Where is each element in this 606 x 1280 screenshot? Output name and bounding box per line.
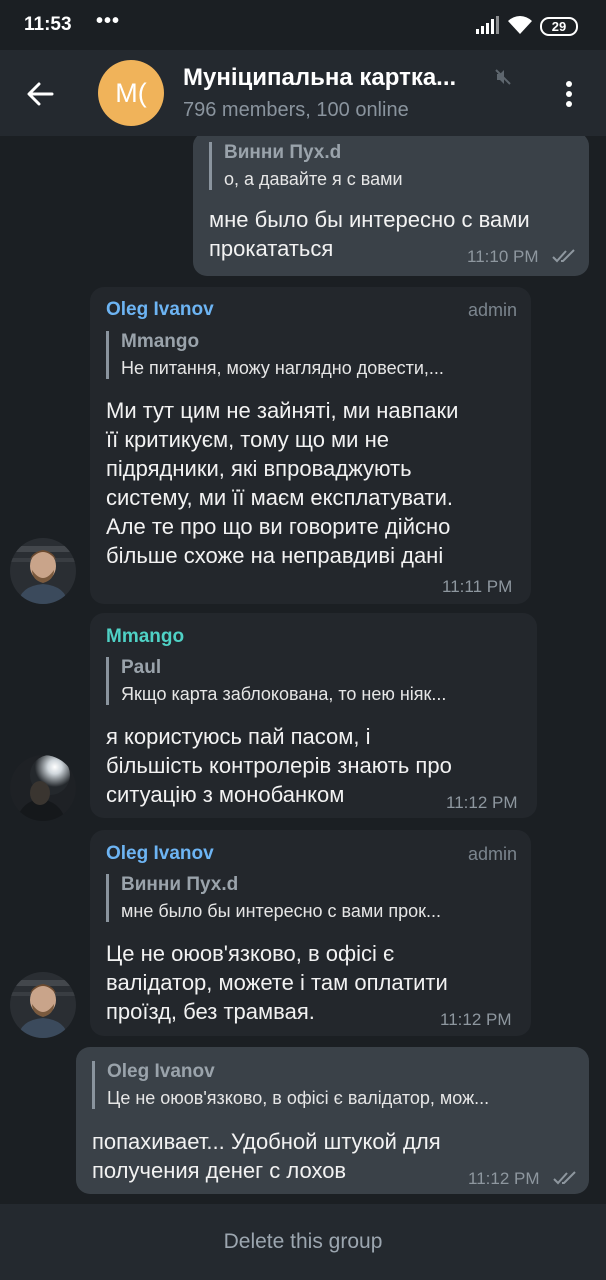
more-options-button[interactable] [552, 72, 586, 116]
signal-icon [476, 16, 499, 34]
message-line: мне было бы интересно с вами [209, 207, 530, 232]
avatar-oleg-ivanov[interactable] [10, 538, 76, 604]
read-checks-icon [552, 249, 575, 263]
arrow-left-icon [27, 82, 54, 106]
delete-group-button[interactable]: Delete this group [224, 1230, 383, 1254]
message-time: 11:10 PM [467, 247, 539, 266]
dots-vertical-icon [566, 81, 572, 107]
message-bubble-outgoing[interactable]: Oleg Ivanov Це не оюов'язково, в офісі є… [76, 1047, 589, 1194]
admin-badge: admin [467, 300, 517, 320]
reply-preview[interactable]: Винни Пух.d о, а давайте я с вами [209, 142, 569, 190]
message-text: я користуюсь пай пасом, і більшість конт… [106, 722, 452, 809]
chat-subtitle: 796 members, 100 online [183, 99, 409, 121]
message-list[interactable]: Винни Пух.d о, а давайте я с вами мне бы… [0, 136, 606, 1204]
message-time: 11:12 PM [468, 1169, 540, 1188]
sender-name[interactable]: Mmango [106, 626, 184, 648]
muted-icon [495, 69, 511, 85]
message-bubble-incoming[interactable]: Mmango Paul Якщо карта заблокована, то н… [90, 613, 537, 818]
message-line: Це не оюов'язково, в офісі є [106, 941, 395, 966]
avatar-oleg-ivanov[interactable] [10, 972, 76, 1038]
message-line: я користуюсь пай пасом, і [106, 724, 371, 749]
avatar-mmango[interactable] [10, 755, 76, 821]
reply-text: о, а давайте я с вами [224, 169, 403, 189]
read-checks-icon [553, 1171, 576, 1185]
message-text: попахивает... Удобной штукой для получен… [92, 1127, 441, 1185]
group-avatar[interactable]: M( [98, 60, 164, 126]
status-time: 11:53 [24, 14, 72, 35]
message-line: більше схоже на неправдиві дані [106, 543, 444, 568]
user-photo-icon [10, 972, 76, 1038]
message-line: Але те про що ви говорите дійсно [106, 514, 451, 539]
wifi-icon [508, 16, 532, 34]
sender-name[interactable]: Oleg Ivanov [106, 299, 214, 321]
message-line: Ми тут цим не зайняті, ми навпаки [106, 398, 459, 423]
reply-sender: Oleg Ivanov [107, 1061, 215, 1082]
chat-title[interactable]: Муніципальна картка... [183, 64, 495, 92]
message-text: Ми тут цим не зайняті, ми навпаки її кри… [106, 396, 458, 570]
reply-preview[interactable]: Mmango Не питання, можу наглядно довести… [106, 331, 516, 379]
message-bubble-outgoing[interactable]: Винни Пух.d о, а давайте я с вами мне бы… [193, 136, 589, 276]
message-line: підрядники, які впроваджують [106, 456, 412, 481]
message-time: 11:12 PM [446, 793, 518, 812]
message-line: проїзд, без трамвая. [106, 999, 315, 1024]
notification-dots: ••• [96, 10, 121, 32]
bottom-action-bar: Delete this group [0, 1204, 606, 1280]
reply-preview[interactable]: Paul Якщо карта заблокована, то нею ніяк… [106, 657, 524, 705]
message-bubble-incoming[interactable]: Oleg Ivanov admin Винни Пух.d мне было б… [90, 830, 531, 1036]
status-bar: 11:53 ••• 29 [0, 0, 606, 50]
battery-icon: 29 [540, 17, 578, 36]
message-line: получения денег с лохов [92, 1158, 347, 1183]
reply-sender: Mmango [121, 331, 200, 352]
reply-text: мне было бы интересно с вами прок... [121, 901, 442, 921]
reply-text: Не питання, можу наглядно довести,... [121, 358, 444, 378]
reply-text: Якщо карта заблокована, то нею ніяк... [121, 684, 447, 704]
message-bubble-incoming[interactable]: Oleg Ivanov admin Mmango Не питання, мож… [90, 287, 531, 604]
reply-preview[interactable]: Винни Пух.d мне было бы интересно с вами… [106, 874, 516, 922]
user-photo-icon [10, 538, 76, 604]
reply-sender: Paul [121, 657, 162, 678]
message-line: більшість контролерів знають про [106, 753, 452, 778]
sender-name[interactable]: Oleg Ivanov [106, 843, 214, 865]
message-line: попахивает... Удобной штукой для [92, 1129, 441, 1154]
message-line: її критикуєм, тому що ми не [106, 427, 389, 452]
message-time: 11:11 PM [442, 577, 513, 596]
message-line: ситуацію з монобанком [106, 782, 345, 807]
message-line: систему, ми її маєм експлатувати. [106, 485, 454, 510]
user-photo-icon [10, 755, 76, 821]
message-text: Це не оюов'язково, в офісі є валідатор, … [106, 939, 448, 1026]
admin-badge: admin [467, 844, 517, 864]
reply-preview[interactable]: Oleg Ivanov Це не оюов'язково, в офісі є… [92, 1061, 576, 1109]
back-button[interactable] [18, 72, 62, 116]
reply-sender: Винни Пух.d [224, 142, 342, 163]
reply-sender: Винни Пух.d [121, 874, 239, 895]
chat-header: M( Муніципальна картка... 796 members, 1… [0, 50, 606, 136]
message-time: 11:12 PM [440, 1010, 512, 1029]
reply-text: Це не оюов'язково, в офісі є валідатор, … [107, 1088, 490, 1108]
message-line: валідатор, можете і там оплатити [106, 970, 448, 995]
